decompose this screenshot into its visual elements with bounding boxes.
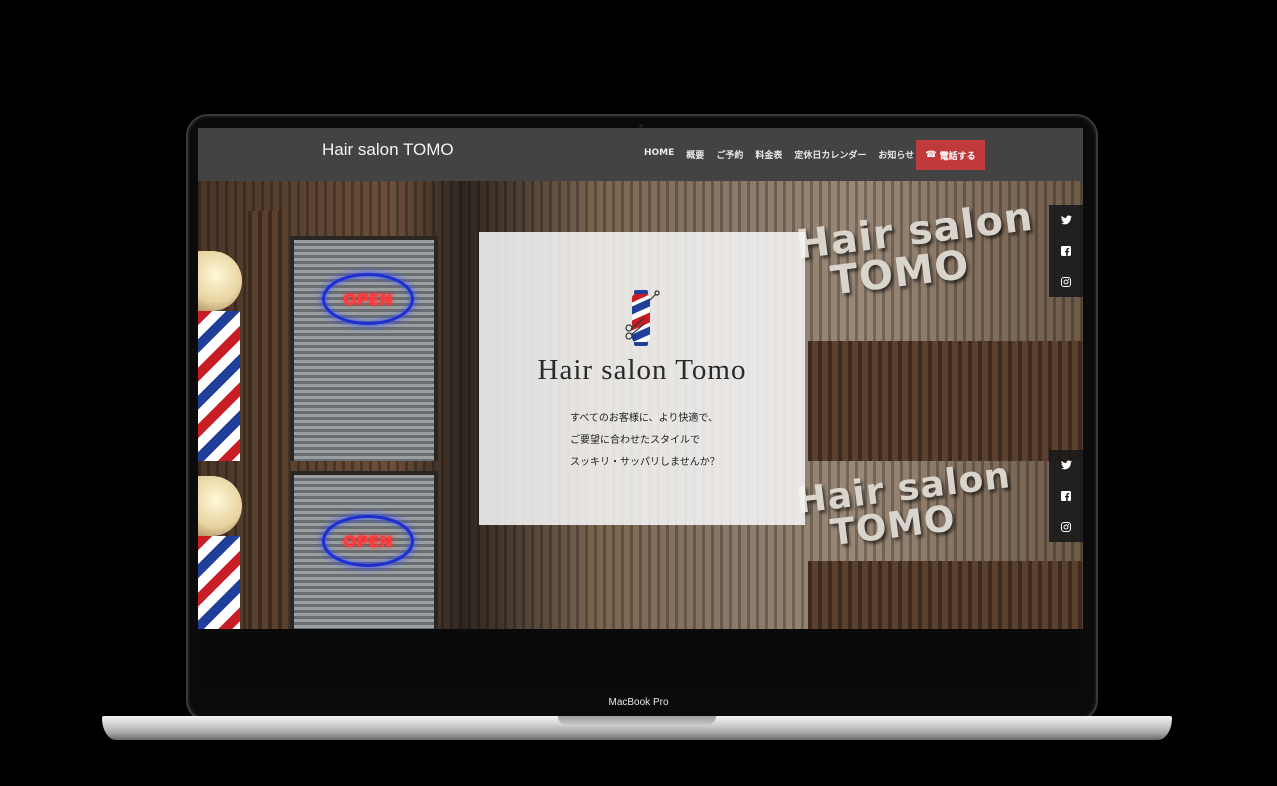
device-label: MacBook Pro <box>608 697 669 708</box>
barber-pole-2 <box>198 536 240 629</box>
site-title[interactable]: Hair salon TOMO <box>322 140 454 160</box>
social-links-2 <box>1049 450 1083 542</box>
barber-pole-lamp <box>198 251 242 311</box>
nav-item-overview[interactable]: 概要 <box>686 148 704 161</box>
barber-pole-lamp-2 <box>198 476 242 536</box>
facebook-icon[interactable] <box>1059 489 1073 503</box>
wall-sign-2: Hair salon TOMO <box>794 461 1017 556</box>
call-button-label: 電話する <box>939 151 976 162</box>
nav-item-reservation[interactable]: ご予約 <box>716 148 743 161</box>
nav-item-home[interactable]: HOME <box>644 148 674 161</box>
page-footer-area <box>198 629 1083 688</box>
hero-title: Hair salon Tomo <box>537 354 747 386</box>
twitter-icon[interactable] <box>1059 458 1073 472</box>
hero-line-1: すべてのお客様に、より快適で、 <box>570 413 718 424</box>
wall-slats-right-2 <box>808 561 1083 629</box>
hero-line-2: ご要望に合わせたスタイルで <box>570 435 700 446</box>
wall-slats <box>248 211 288 461</box>
nav-item-news[interactable]: お知らせ <box>878 148 914 161</box>
instagram-icon[interactable] <box>1059 520 1073 534</box>
laptop-notch <box>558 716 716 725</box>
twitter-icon[interactable] <box>1059 213 1073 227</box>
laptop-screen: OPEN Hair salon TOMO OPEN Hair salon TOM… <box>198 128 1083 688</box>
phone-icon: ☎ <box>925 150 937 160</box>
nav-item-holiday-calendar[interactable]: 定休日カレンダー <box>794 148 866 161</box>
hero-description: すべてのお客様に、より快適で、 ご要望に合わせたスタイルで スッキリ・サッパリし… <box>570 408 720 474</box>
open-sign-2: OPEN <box>322 515 414 567</box>
open-sign: OPEN <box>322 273 414 325</box>
shop-window <box>290 236 438 461</box>
site-header: Hair salon TOMO HOME 概要 ご予約 料金表 定休日カレンダー… <box>198 128 1083 181</box>
call-button[interactable]: ☎ 電話する <box>916 140 985 170</box>
facebook-icon[interactable] <box>1059 244 1073 258</box>
barber-pole-logo-icon <box>625 290 660 346</box>
wall-slats-right <box>808 341 1083 461</box>
barber-pole <box>198 311 240 461</box>
wall-slats-2 <box>248 461 288 629</box>
nav-item-price-list[interactable]: 料金表 <box>755 148 782 161</box>
wall-sign: Hair salon TOMO <box>794 194 1040 305</box>
stage: OPEN Hair salon TOMO OPEN Hair salon TOM… <box>0 0 1277 786</box>
main-nav: HOME 概要 ご予約 料金表 定休日カレンダー お知らせ <box>644 148 914 161</box>
social-links <box>1049 205 1083 297</box>
instagram-icon[interactable] <box>1059 275 1073 289</box>
hero-card: Hair salon Tomo すべてのお客様に、より快適で、 ご要望に合わせた… <box>479 232 805 525</box>
hero-line-3: スッキリ・サッパリしませんか？ <box>570 457 720 468</box>
